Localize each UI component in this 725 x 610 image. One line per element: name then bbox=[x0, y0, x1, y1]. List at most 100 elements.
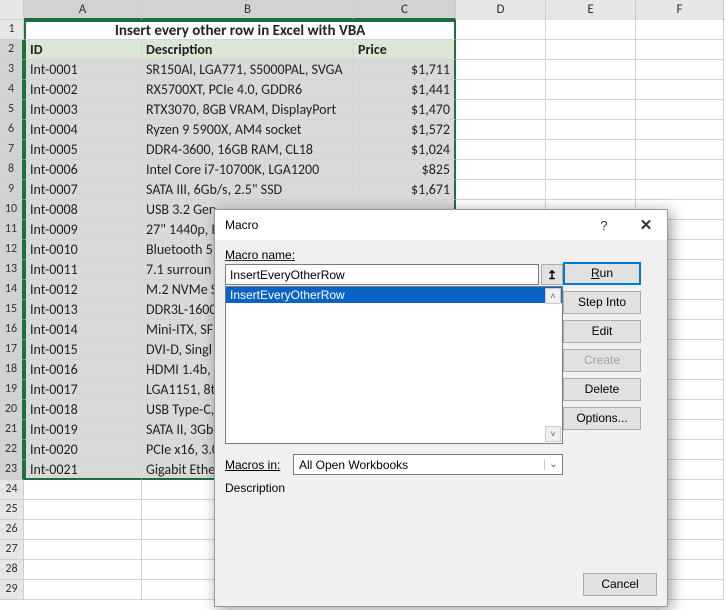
cell[interactable] bbox=[636, 160, 724, 180]
cell-price[interactable]: $1,671 bbox=[354, 180, 456, 200]
cell[interactable] bbox=[546, 160, 636, 180]
cell-id[interactable]: Int-0019 bbox=[24, 420, 142, 440]
row-header[interactable]: 24 bbox=[0, 480, 24, 500]
cell-desc[interactable]: RX5700XT, PCIe 4.0, GDDR6 bbox=[142, 80, 354, 100]
cell[interactable] bbox=[546, 120, 636, 140]
title-cell[interactable]: Insert every other row in Excel with VBA bbox=[24, 20, 456, 40]
row-header[interactable]: 25 bbox=[0, 500, 24, 520]
cell[interactable] bbox=[546, 100, 636, 120]
cell[interactable] bbox=[636, 100, 724, 120]
cell[interactable] bbox=[456, 120, 546, 140]
cell-price[interactable]: $1,711 bbox=[354, 60, 456, 80]
row-header[interactable]: 19 bbox=[0, 380, 24, 400]
cell-desc[interactable]: RTX3070, 8GB VRAM, DisplayPort bbox=[142, 100, 354, 120]
cell-id[interactable]: Int-0010 bbox=[24, 240, 142, 260]
col-header-b[interactable]: B bbox=[142, 0, 354, 20]
cell-id[interactable]: Int-0002 bbox=[24, 80, 142, 100]
help-button[interactable]: ? bbox=[583, 211, 625, 239]
macro-list-item[interactable]: InsertEveryOtherRow bbox=[226, 287, 562, 303]
edit-button[interactable]: Edit bbox=[563, 320, 641, 343]
cell[interactable] bbox=[636, 60, 724, 80]
cell[interactable] bbox=[456, 160, 546, 180]
cell[interactable] bbox=[636, 180, 724, 200]
run-button[interactable]: Run bbox=[563, 262, 641, 285]
cell[interactable] bbox=[456, 100, 546, 120]
row-header[interactable]: 8 bbox=[0, 160, 24, 180]
select-all-corner[interactable] bbox=[0, 0, 24, 19]
header-desc[interactable]: Description bbox=[142, 40, 354, 60]
cell[interactable] bbox=[456, 60, 546, 80]
row-header[interactable]: 23 bbox=[0, 460, 24, 480]
step-into-button[interactable]: Step Into bbox=[563, 291, 641, 314]
row-header[interactable]: 28 bbox=[0, 560, 24, 580]
options-button[interactable]: Options... bbox=[563, 407, 641, 430]
cell[interactable] bbox=[456, 140, 546, 160]
cell-id[interactable]: Int-0005 bbox=[24, 140, 142, 160]
cell-desc[interactable]: SR150Al, LGA771, S5000PAL, SVGA bbox=[142, 60, 354, 80]
cell-id[interactable]: Int-0021 bbox=[24, 460, 142, 480]
cell[interactable] bbox=[456, 40, 546, 60]
cell-price[interactable]: $1,572 bbox=[354, 120, 456, 140]
col-header-a[interactable]: A bbox=[24, 0, 142, 20]
cell-id[interactable]: Int-0016 bbox=[24, 360, 142, 380]
delete-button[interactable]: Delete bbox=[563, 378, 641, 401]
cell-id[interactable]: Int-0006 bbox=[24, 160, 142, 180]
dialog-titlebar[interactable]: Macro ? ✕ bbox=[215, 210, 667, 240]
row-header[interactable]: 2 bbox=[0, 40, 24, 60]
cell[interactable] bbox=[24, 500, 142, 520]
row-header[interactable]: 29 bbox=[0, 580, 24, 600]
cell-id[interactable]: Int-0008 bbox=[24, 200, 142, 220]
row-header[interactable]: 7 bbox=[0, 140, 24, 160]
row-header[interactable]: 10 bbox=[0, 200, 24, 220]
cell[interactable] bbox=[546, 80, 636, 100]
cell-id[interactable]: Int-0012 bbox=[24, 280, 142, 300]
row-header[interactable]: 11 bbox=[0, 220, 24, 240]
cell-price[interactable]: $825 bbox=[354, 160, 456, 180]
cell-id[interactable]: Int-0001 bbox=[24, 60, 142, 80]
cell[interactable] bbox=[636, 20, 724, 40]
col-header-f[interactable]: F bbox=[636, 0, 724, 20]
macro-listbox[interactable]: InsertEveryOtherRow ˄ ˅ bbox=[225, 286, 563, 444]
row-header[interactable]: 6 bbox=[0, 120, 24, 140]
row-header[interactable]: 20 bbox=[0, 400, 24, 420]
cell-id[interactable]: Int-0018 bbox=[24, 400, 142, 420]
cell-id[interactable]: Int-0020 bbox=[24, 440, 142, 460]
close-button[interactable]: ✕ bbox=[625, 211, 667, 239]
reference-go-button[interactable]: ↥ bbox=[541, 264, 563, 285]
cell[interactable] bbox=[636, 120, 724, 140]
cell[interactable] bbox=[456, 180, 546, 200]
cell[interactable] bbox=[546, 20, 636, 40]
cell-id[interactable]: Int-0014 bbox=[24, 320, 142, 340]
row-header[interactable]: 15 bbox=[0, 300, 24, 320]
cell[interactable] bbox=[24, 520, 142, 540]
cell[interactable] bbox=[24, 540, 142, 560]
cell-desc[interactable]: Ryzen 9 5900X, AM4 socket bbox=[142, 120, 354, 140]
row-header[interactable]: 21 bbox=[0, 420, 24, 440]
cell[interactable] bbox=[636, 80, 724, 100]
cell-desc[interactable]: Intel Core i7-10700K, LGA1200 bbox=[142, 160, 354, 180]
col-header-c[interactable]: C bbox=[354, 0, 456, 20]
cell[interactable] bbox=[24, 480, 142, 500]
cell[interactable] bbox=[546, 180, 636, 200]
row-header[interactable]: 16 bbox=[0, 320, 24, 340]
cell-id[interactable]: Int-0003 bbox=[24, 100, 142, 120]
cell-desc[interactable]: SATA III, 6Gb/s, 2.5" SSD bbox=[142, 180, 354, 200]
macro-name-input[interactable] bbox=[225, 264, 539, 285]
cell-price[interactable]: $1,470 bbox=[354, 100, 456, 120]
cell-id[interactable]: Int-0007 bbox=[24, 180, 142, 200]
col-header-d[interactable]: D bbox=[456, 0, 546, 20]
cell[interactable] bbox=[456, 80, 546, 100]
cell[interactable] bbox=[456, 20, 546, 40]
cancel-button[interactable]: Cancel bbox=[583, 573, 657, 596]
header-price[interactable]: Price bbox=[354, 40, 456, 60]
cell-price[interactable]: $1,024 bbox=[354, 140, 456, 160]
row-header[interactable]: 26 bbox=[0, 520, 24, 540]
col-header-e[interactable]: E bbox=[546, 0, 636, 20]
scroll-down-button[interactable]: ˅ bbox=[545, 426, 561, 442]
cell[interactable] bbox=[546, 60, 636, 80]
row-header[interactable]: 18 bbox=[0, 360, 24, 380]
cell-id[interactable]: Int-0017 bbox=[24, 380, 142, 400]
row-header[interactable]: 1 bbox=[0, 20, 24, 40]
macros-in-dropdown[interactable]: All Open Workbooks ⌄ bbox=[293, 454, 563, 475]
row-header[interactable]: 12 bbox=[0, 240, 24, 260]
